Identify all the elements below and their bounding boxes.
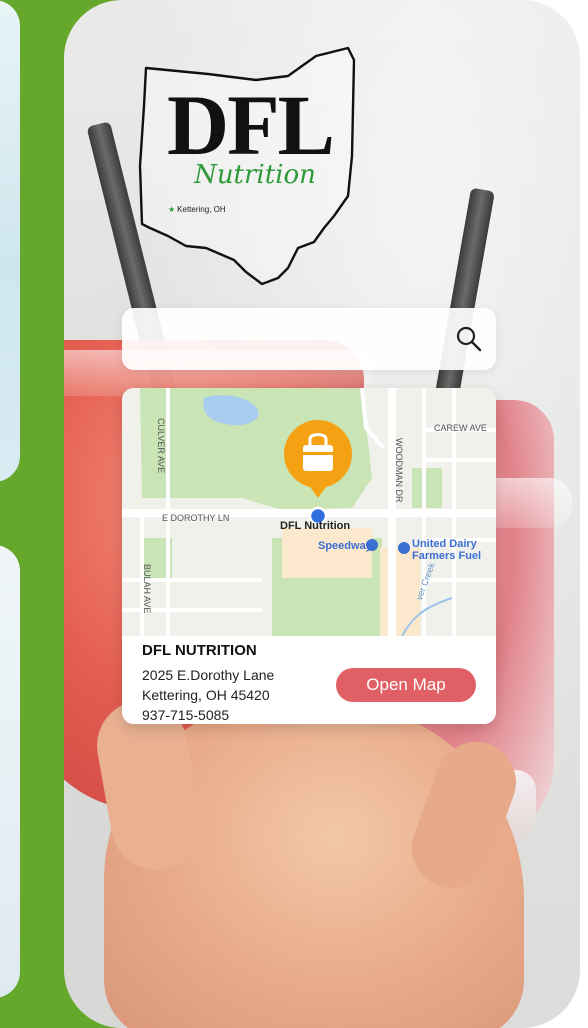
pin-label: DFL Nutrition <box>280 520 351 532</box>
business-address: 2025 E.Dorothy Lane Kettering, OH 45420 … <box>142 665 274 724</box>
business-name: DFL NUTRITION <box>142 642 257 659</box>
street-label: CULVER AVE <box>156 418 166 474</box>
phone-number[interactable]: 937-715-5085 <box>142 705 274 724</box>
search-bar[interactable] <box>122 308 496 370</box>
street-label: WOODMAN DR <box>394 438 404 503</box>
street-label: CAREW AVE <box>434 423 487 433</box>
left-card-preview-bottom[interactable] <box>0 545 20 998</box>
logo-location-text: Kettering, OH <box>177 205 226 214</box>
left-card-preview-top[interactable] <box>0 0 20 482</box>
star-icon: ★ <box>168 205 176 214</box>
logo-location: ★ Kettering, OH <box>168 205 226 214</box>
straw-image-right <box>433 187 495 409</box>
poi-speedway[interactable]: Speedway <box>318 540 372 552</box>
search-input[interactable] <box>136 320 450 360</box>
logo-nutrition-text: Nutrition <box>194 160 316 190</box>
street-label: E DOROTHY LN <box>162 513 230 523</box>
map-view[interactable]: CULVER AVE E DOROTHY LN WOODMAN DR CAREW… <box>122 388 496 636</box>
street-label: BULAH AVE <box>142 564 152 614</box>
poi-udf[interactable]: United Dairy Farmers Fuel <box>412 538 481 562</box>
screen: DFL Nutrition ★ Kettering, OH CULVER AVE… <box>0 0 588 1028</box>
poi-udf-line1: United Dairy <box>412 538 477 550</box>
logo-brand-text: DFL <box>167 77 335 173</box>
address-line1: 2025 E.Dorothy Lane <box>142 667 275 683</box>
open-map-button[interactable]: Open Map <box>336 668 476 702</box>
poi-udf-line2: Farmers Fuel <box>412 550 482 562</box>
location-card: CULVER AVE E DOROTHY LN WOODMAN DR CAREW… <box>122 388 496 724</box>
address-line2: Kettering, OH 45420 <box>142 687 270 703</box>
search-icon[interactable] <box>454 324 484 354</box>
